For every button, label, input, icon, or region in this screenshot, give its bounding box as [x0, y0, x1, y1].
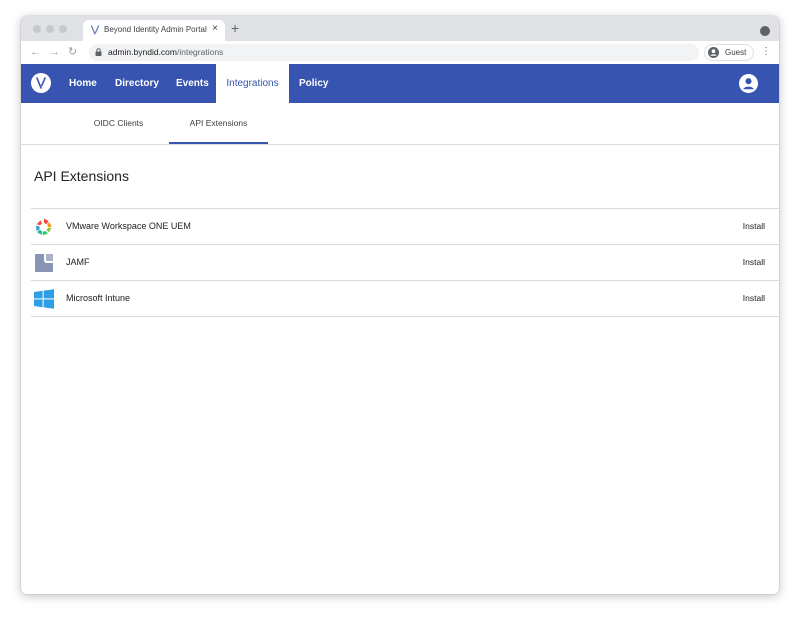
nav-policy[interactable]: Policy	[299, 64, 328, 103]
install-button[interactable]: Install	[743, 293, 765, 303]
tab-title: Beyond Identity Admin Portal	[104, 25, 207, 34]
tab-api-extensions[interactable]: API Extensions	[169, 103, 268, 144]
nav-home[interactable]: Home	[69, 64, 97, 103]
list-item: VMware Workspace ONE UEM Install	[31, 209, 779, 245]
url-text: admin.byndid.com/integrations	[108, 47, 223, 57]
install-button[interactable]: Install	[743, 221, 765, 231]
tab-close-icon[interactable]: ×	[212, 23, 218, 34]
minimize-window-dot[interactable]	[46, 25, 54, 33]
guest-profile-button[interactable]: Guest	[704, 44, 754, 61]
extension-name: VMware Workspace ONE UEM	[66, 221, 191, 231]
extensions-list: VMware Workspace ONE UEM Install JAMF In…	[31, 208, 779, 317]
url-host: admin.byndid.com	[108, 47, 177, 57]
extension-name: JAMF	[66, 257, 90, 267]
browser-toolbar: ← → ↻ admin.byndid.com/integrations Gues…	[21, 41, 779, 65]
guest-label: Guest	[725, 48, 747, 57]
back-icon[interactable]: ←	[30, 46, 41, 59]
new-tab-icon[interactable]: +	[231, 21, 239, 35]
extension-name: Microsoft Intune	[66, 293, 131, 303]
url-path: /integrations	[176, 47, 224, 57]
sub-nav: OIDC Clients API Extensions	[21, 103, 779, 145]
forward-icon[interactable]: →	[49, 46, 60, 59]
address-bar[interactable]: admin.byndid.com/integrations	[89, 44, 699, 61]
close-window-dot[interactable]	[33, 25, 41, 33]
nav-events[interactable]: Events	[176, 64, 209, 103]
beyond-identity-favicon-icon	[90, 25, 100, 35]
nav-integrations[interactable]: Integrations	[216, 64, 289, 103]
user-account-icon[interactable]	[739, 74, 758, 93]
maximize-window-dot[interactable]	[59, 25, 67, 33]
list-item: JAMF Install	[31, 245, 779, 281]
tab-oidc-clients[interactable]: OIDC Clients	[75, 103, 162, 144]
jamf-icon	[35, 254, 53, 272]
browser-tab[interactable]: Beyond Identity Admin Portal ×	[83, 20, 225, 41]
app-nav-bar: Home Directory Events Integrations Polic…	[21, 64, 779, 103]
vmware-icon	[36, 218, 52, 236]
browser-menu-icon[interactable]: ⋮	[761, 46, 771, 58]
chrome-profile-icon[interactable]	[760, 26, 770, 36]
tab-strip: Beyond Identity Admin Portal × +	[21, 16, 779, 41]
beyond-identity-logo-icon[interactable]	[31, 73, 51, 93]
page-title: API Extensions	[34, 168, 129, 184]
guest-avatar-icon	[708, 47, 719, 58]
browser-window: Beyond Identity Admin Portal × + ← → ↻ a…	[21, 16, 779, 594]
nav-directory[interactable]: Directory	[115, 64, 159, 103]
list-item: Microsoft Intune Install	[31, 281, 779, 317]
reload-icon[interactable]: ↻	[68, 46, 77, 59]
windows-icon	[34, 289, 54, 309]
lock-icon	[95, 48, 102, 56]
install-button[interactable]: Install	[743, 257, 765, 267]
